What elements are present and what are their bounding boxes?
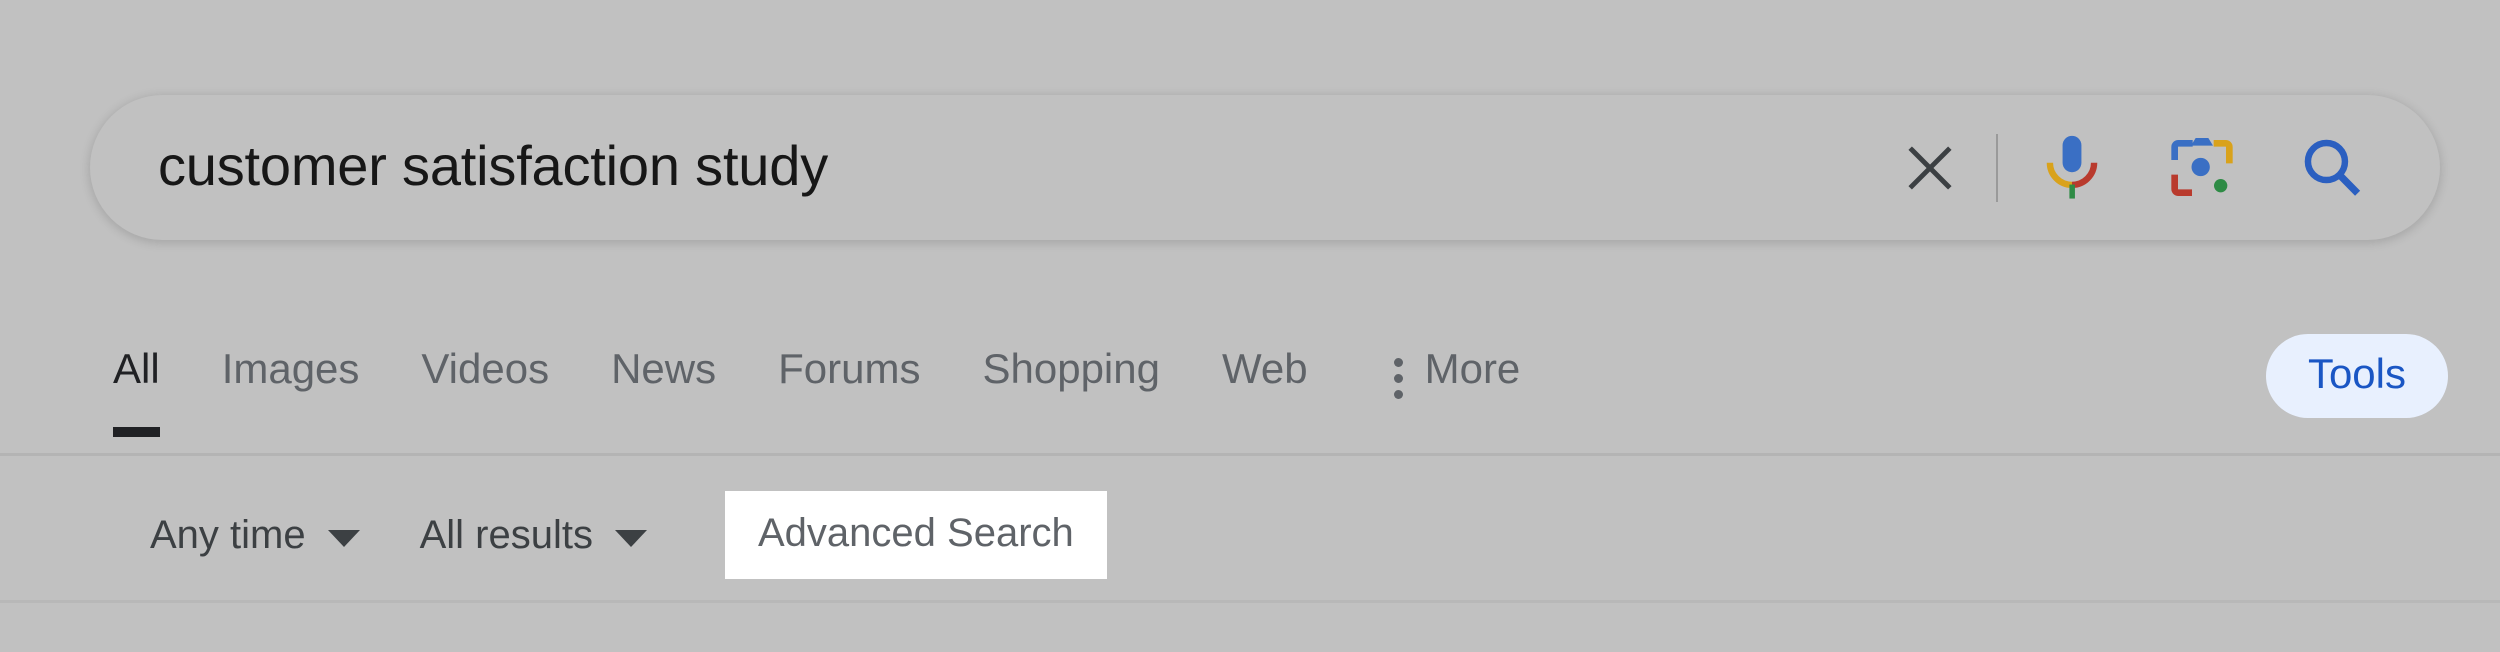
tools-button[interactable]: Tools bbox=[2265, 334, 2448, 418]
more-vert-icon bbox=[1393, 348, 1403, 399]
close-icon bbox=[1908, 145, 1952, 190]
advanced-search-button[interactable]: Advanced Search bbox=[725, 491, 1107, 579]
tab-web[interactable]: Web bbox=[1222, 330, 1308, 437]
time-filter-label: Any time bbox=[150, 513, 306, 557]
search-bar-container: customer satisfaction study bbox=[90, 95, 2440, 240]
search-tabs: All Images Videos News Forums Shopping W… bbox=[113, 330, 1520, 437]
results-filter-label: All results bbox=[419, 513, 593, 557]
filters-divider bbox=[0, 600, 2500, 603]
results-filter-dropdown[interactable]: All results bbox=[420, 515, 647, 555]
tab-forums[interactable]: Forums bbox=[778, 330, 920, 437]
search-bar[interactable]: customer satisfaction study bbox=[90, 95, 2440, 240]
search-bar-actions bbox=[1882, 95, 2380, 240]
tab-all[interactable]: All bbox=[113, 330, 160, 437]
search-icon bbox=[2304, 139, 2361, 196]
search-actions-divider bbox=[1996, 133, 1998, 202]
tab-videos[interactable]: Videos bbox=[421, 330, 549, 437]
search-submit-button[interactable] bbox=[2284, 120, 2380, 216]
more-menu-label: More bbox=[1424, 345, 1521, 392]
time-filter-dropdown[interactable]: Any time bbox=[150, 515, 360, 555]
google-lens-icon bbox=[2171, 137, 2233, 196]
search-filters-bar: Any time All results Advanced Search bbox=[0, 470, 2500, 600]
google-lens-button[interactable] bbox=[2154, 120, 2250, 216]
tabs-divider bbox=[0, 453, 2500, 456]
tab-news[interactable]: News bbox=[611, 330, 716, 437]
more-menu-button[interactable]: More bbox=[1393, 330, 1521, 437]
search-input[interactable]: customer satisfaction study bbox=[158, 138, 1882, 198]
tab-images[interactable]: Images bbox=[222, 330, 360, 437]
microphone-icon bbox=[2046, 135, 2098, 199]
chevron-down-icon bbox=[615, 529, 647, 547]
search-filters: Any time All results Advanced Search bbox=[150, 491, 1107, 579]
chevron-down-icon bbox=[327, 529, 360, 547]
voice-search-button[interactable] bbox=[2024, 120, 2120, 216]
clear-search-button[interactable] bbox=[1882, 120, 1978, 216]
search-tabs-bar: All Images Videos News Forums Shopping W… bbox=[0, 330, 2500, 455]
tab-shopping[interactable]: Shopping bbox=[982, 330, 1160, 437]
